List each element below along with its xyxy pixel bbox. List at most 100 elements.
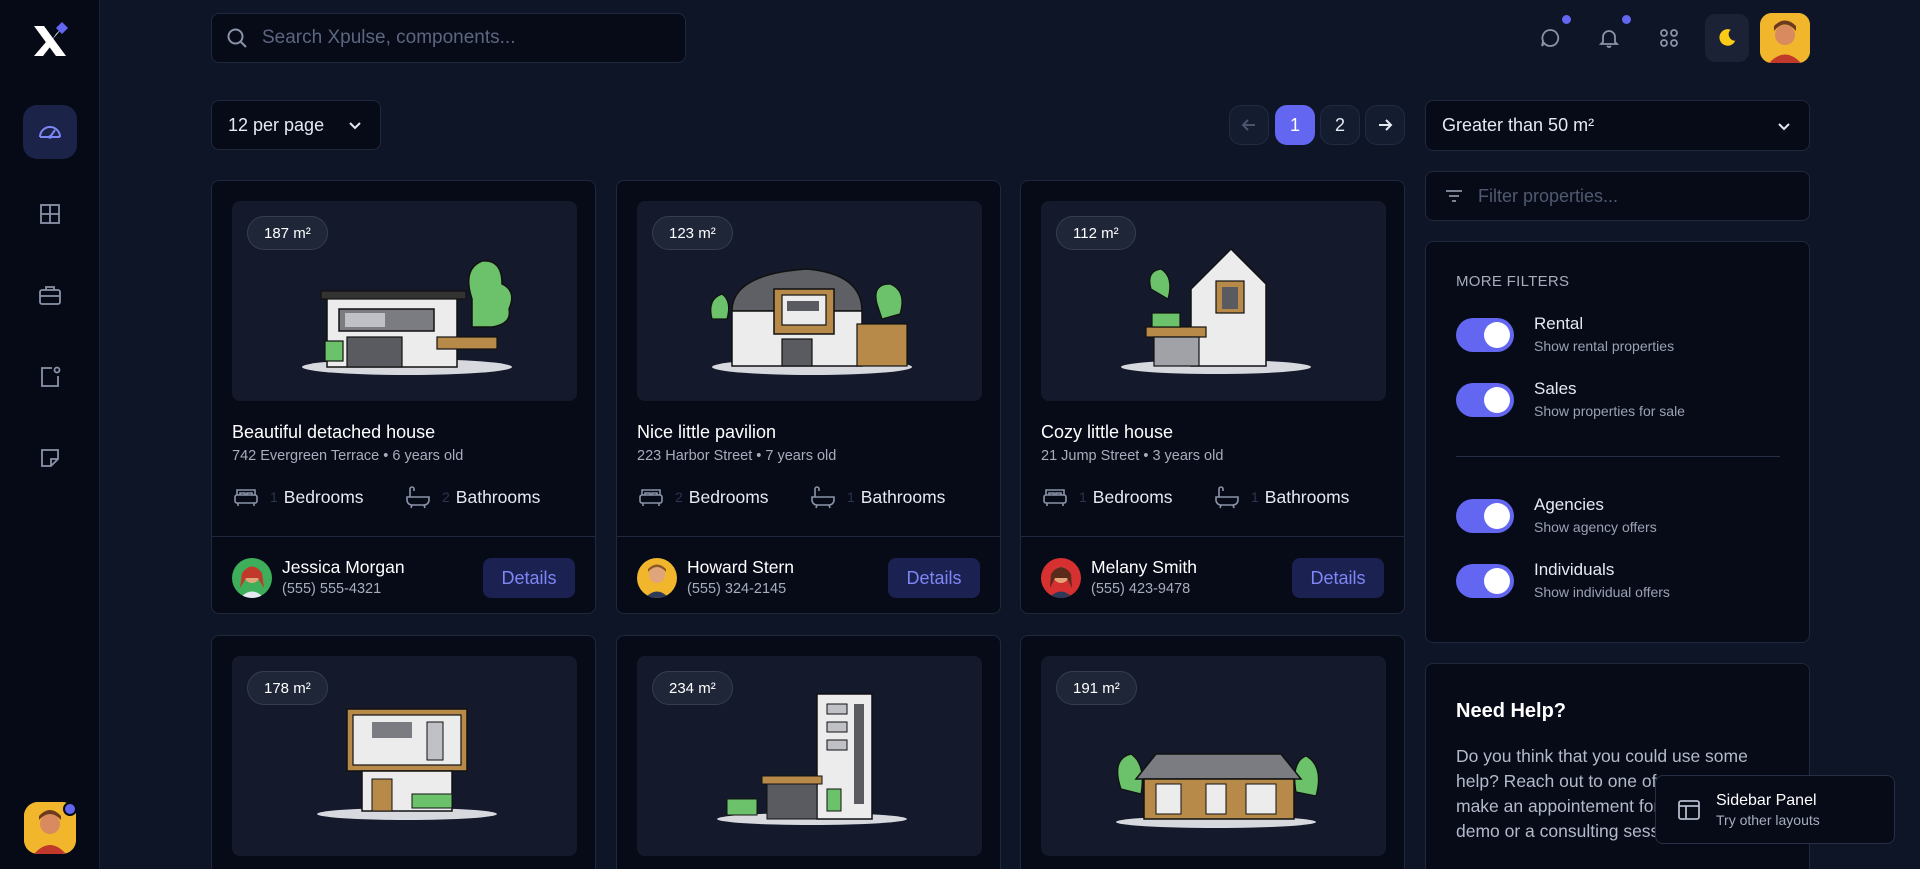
bed-icon [234, 489, 258, 506]
individuals-label: Individuals [1534, 560, 1615, 579]
pagination-next-button[interactable] [1365, 105, 1405, 145]
chat-bubble-icon [1541, 29, 1560, 47]
notifications-badge-dot [1622, 15, 1631, 24]
agent-avatar [637, 558, 677, 598]
bathrooms-count: 1 [847, 489, 855, 505]
filter-properties-input[interactable] [1478, 185, 1798, 207]
nav-notification[interactable] [23, 350, 77, 404]
messages-button[interactable] [1532, 20, 1568, 56]
chevron-down-icon [1778, 122, 1790, 130]
tall-house-illustration [717, 693, 907, 825]
rental-toggle[interactable] [1456, 318, 1514, 352]
sales-label: Sales [1534, 379, 1577, 398]
property-card[interactable]: 112 m² Cozy little house 21 Jump Street … [1020, 180, 1405, 614]
agent-name: Jessica Morgan [282, 557, 405, 577]
agencies-desc: Show agency offers [1534, 519, 1657, 535]
messages-badge-dot [1562, 15, 1571, 24]
bathrooms-feature: 1 Bathrooms [809, 483, 945, 511]
search-input[interactable] [262, 27, 662, 49]
property-image: 123 m² [637, 201, 982, 401]
sales-toggle[interactable] [1456, 383, 1514, 417]
bell-icon [1598, 30, 1620, 48]
bedrooms-feature: 2 Bedrooms [637, 483, 769, 511]
property-subtitle: 223 Harbor Street • 7 years old [637, 448, 837, 464]
apps-grid-icon [1660, 29, 1678, 47]
theme-toggle-button[interactable] [1705, 14, 1749, 62]
bedrooms-label: Bedrooms [283, 486, 364, 507]
pagination-page-2[interactable]: 2 [1320, 105, 1360, 145]
pagination-page-1[interactable]: 1 [1275, 105, 1315, 145]
apps-button[interactable] [1651, 20, 1687, 56]
per-page-select[interactable]: 12 per page [211, 100, 381, 150]
bathrooms-label: Bathrooms [860, 486, 946, 507]
filter-properties-field[interactable] [1425, 171, 1810, 221]
search-icon [227, 28, 247, 48]
rental-desc: Show rental properties [1534, 338, 1675, 354]
bathrooms-label: Bathrooms [455, 486, 541, 507]
details-button[interactable]: Details [483, 558, 575, 598]
property-card[interactable]: 234 m² [616, 635, 1001, 869]
sales-desc: Show properties for sale [1534, 403, 1685, 419]
bathrooms-label: Bathrooms [1264, 486, 1350, 507]
arrow-right-icon [1379, 119, 1393, 131]
box-house-illustration [317, 708, 497, 820]
online-status-dot [63, 802, 77, 816]
nav-layouts[interactable] [23, 187, 77, 241]
briefcase-icon [39, 286, 61, 305]
bedrooms-feature: 1 Bedrooms [232, 483, 364, 511]
agent-phone: (555) 555-4321 [282, 581, 382, 597]
filter-lines-icon [1446, 190, 1462, 202]
grid-icon [40, 204, 60, 224]
bedrooms-count: 1 [1079, 489, 1087, 505]
profile-avatar[interactable] [1760, 13, 1810, 63]
nav-dashboard[interactable] [23, 105, 77, 159]
area-filter-value: Greater than 50 m² [1442, 115, 1595, 135]
property-card[interactable]: 191 m² [1020, 635, 1405, 869]
bedrooms-count: 2 [675, 489, 683, 505]
bathtub-icon [406, 486, 430, 509]
details-button[interactable]: Details [1292, 558, 1384, 598]
pavilion-house-illustration [710, 268, 912, 375]
bathtub-icon [1215, 486, 1239, 509]
property-card[interactable]: 178 m² [211, 635, 596, 869]
agencies-toggle[interactable] [1456, 499, 1514, 533]
bed-icon [639, 489, 663, 506]
bedrooms-count: 1 [270, 489, 278, 505]
search-bar[interactable] [211, 13, 686, 63]
card-divider [617, 536, 1000, 537]
notifications-button[interactable] [1591, 20, 1627, 56]
nav-notes[interactable] [23, 431, 77, 485]
property-image: 187 m² [232, 201, 577, 401]
details-button[interactable]: Details [888, 558, 980, 598]
more-filters-title: MORE FILTERS [1456, 273, 1570, 290]
bathtub-icon [811, 486, 835, 509]
bathrooms-count: 2 [442, 489, 450, 505]
property-title: Beautiful detached house [232, 422, 436, 442]
toast-title: Sidebar Panel [1716, 791, 1817, 809]
sidebar [0, 0, 100, 869]
agent-name: Howard Stern [687, 557, 794, 577]
app-logo[interactable] [30, 20, 70, 60]
sidebar-panel-toast[interactable]: Sidebar Panel Try other layouts [1655, 775, 1895, 844]
agent-name: Melany Smith [1091, 557, 1198, 577]
property-card[interactable]: 123 m² Nice little pavilion 223 Harbor S… [616, 180, 1001, 614]
agent-phone: (555) 324-2145 [687, 581, 787, 597]
bedrooms-feature: 1 Bedrooms [1041, 483, 1173, 511]
bed-icon [1043, 489, 1067, 506]
filters-divider [1456, 456, 1780, 457]
property-image: 234 m² [637, 656, 982, 856]
nav-briefcase[interactable] [23, 268, 77, 322]
per-page-value: 12 per page [228, 114, 325, 135]
card-divider [212, 536, 595, 537]
property-image: 191 m² [1041, 656, 1386, 856]
bedrooms-label: Bedrooms [688, 486, 769, 507]
pagination-prev-button[interactable] [1229, 105, 1269, 145]
help-title: Need Help? [1456, 700, 1567, 722]
area-filter-select[interactable]: Greater than 50 m² [1425, 100, 1810, 151]
property-card[interactable]: 187 m² Beautiful detached house 742 Ever… [211, 180, 596, 614]
cozy-house-illustration [1121, 247, 1311, 374]
bathrooms-feature: 1 Bathrooms [1213, 483, 1349, 511]
individuals-toggle[interactable] [1456, 564, 1514, 598]
chevron-down-icon [349, 122, 361, 130]
property-title: Nice little pavilion [637, 422, 777, 442]
